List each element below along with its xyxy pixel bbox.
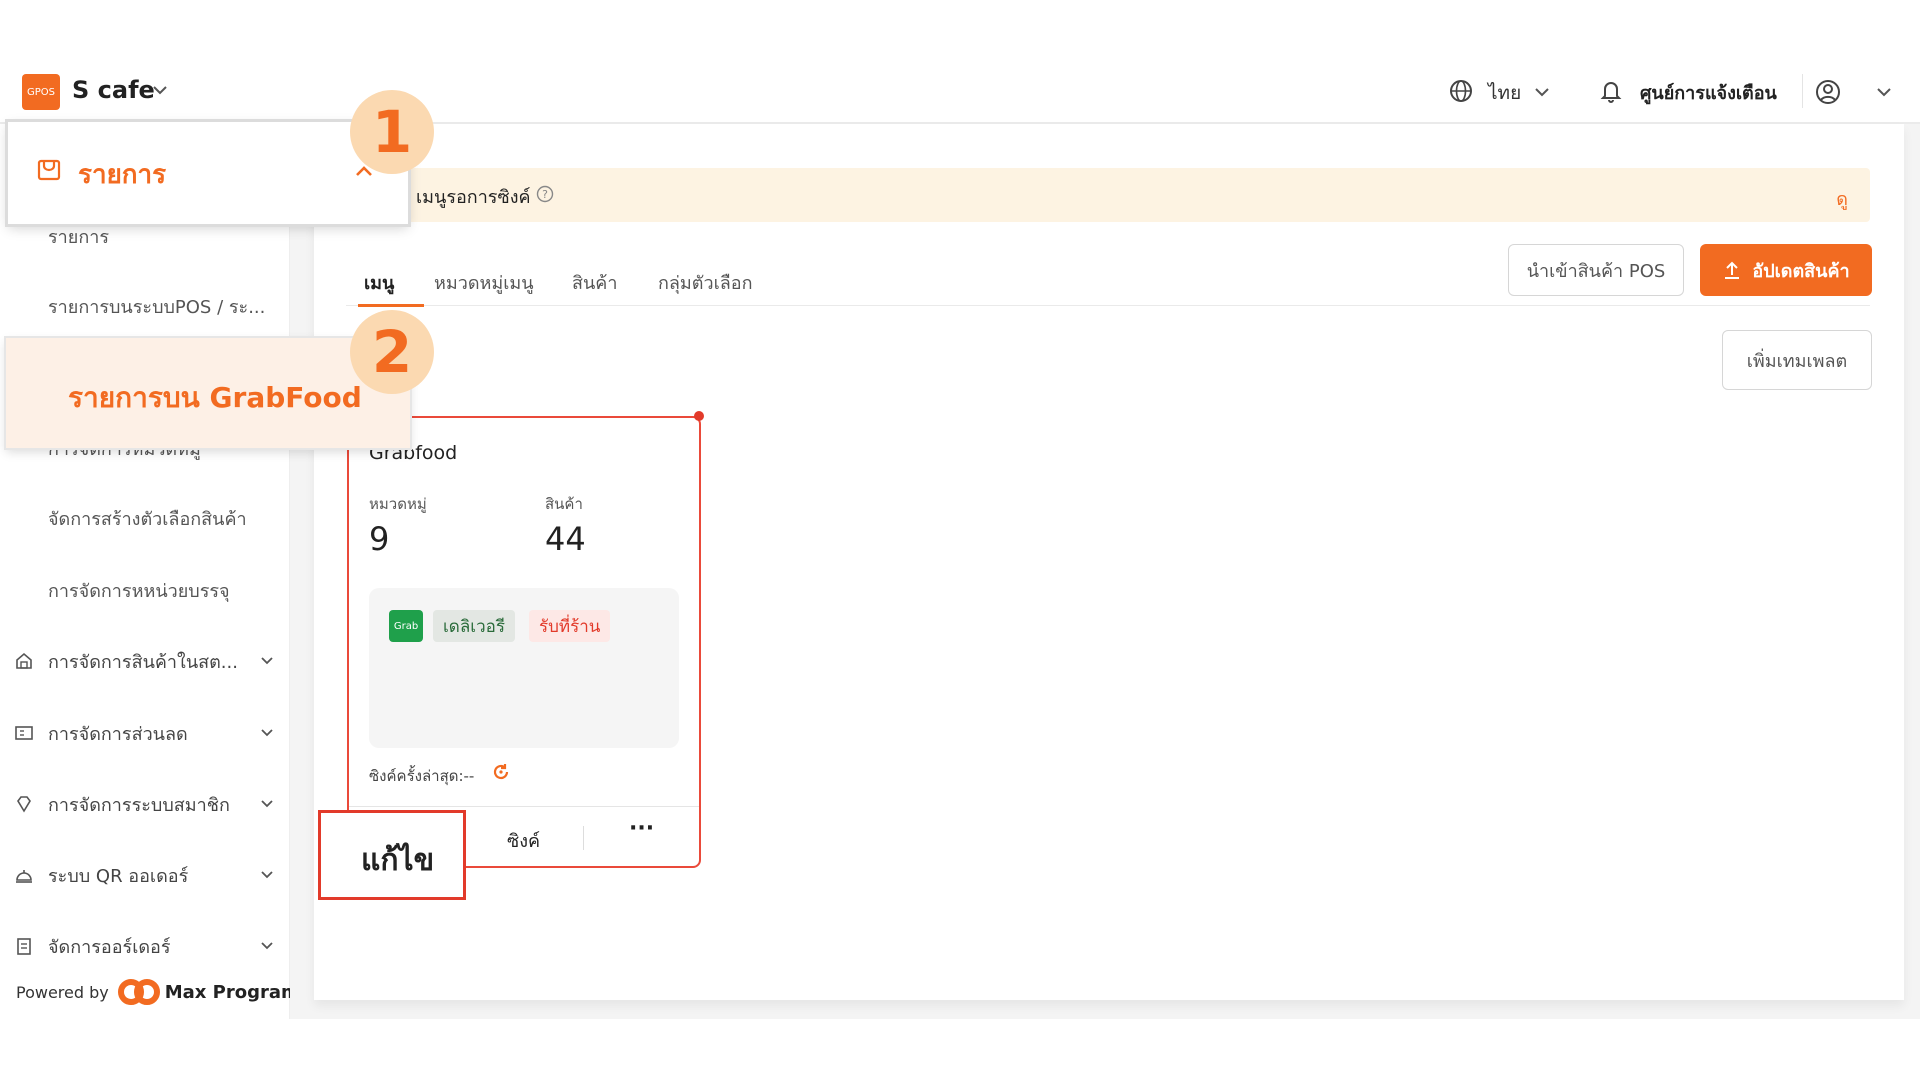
sidebar-item-pos-list[interactable]: รายการบนระบบPOS / ระ... — [48, 292, 265, 321]
product-label: สินค้า — [545, 495, 583, 513]
last-sync-text: ซิงค์ครั้งล่าสุด:-- — [369, 767, 475, 785]
more-options-button[interactable]: ··· — [629, 816, 654, 841]
highlight-menu-label: รายการ — [78, 160, 167, 190]
refresh-icon[interactable] — [491, 762, 511, 782]
chevron-down-icon — [261, 800, 273, 808]
tab-option-groups[interactable]: กลุ่มตัวเลือก — [658, 268, 752, 297]
product-count: 44 — [545, 520, 586, 558]
sidebar-group-label: การจัดการระบบสมาชิก — [48, 794, 230, 816]
highlight-menu-list[interactable]: รายการ — [8, 122, 408, 224]
top-bar: GPOS S cafe ไทย ศูนย์การแจ้งเตือน — [0, 58, 1920, 124]
language-selector[interactable]: ไทย — [1488, 78, 1521, 108]
user-avatar-icon[interactable] — [1814, 78, 1842, 106]
sidebar-group-label: จัดการออร์เดอร์ — [48, 936, 171, 958]
grab-logo: Grab — [389, 610, 423, 642]
sidebar-group-label: การจัดการส่วนลด — [48, 723, 188, 745]
import-pos-button[interactable]: นำเข้าสินค้า POS — [1508, 244, 1684, 296]
bell-icon[interactable] — [1598, 78, 1624, 104]
sidebar-group-qr-order[interactable]: ระบบ QR ออเดอร์ — [14, 860, 276, 890]
sidebar-item-options[interactable]: จัดการสร้างตัวเลือกสินค้า — [48, 504, 247, 533]
sidebar-group-label: การจัดการสินค้าในสต... — [48, 651, 238, 673]
chevron-down-icon — [261, 729, 273, 737]
clipboard-icon — [17, 938, 31, 955]
store-icon — [16, 652, 32, 669]
sidebar-item-units[interactable]: การจัดการหหน่วยบรรจุ — [48, 576, 230, 605]
sidebar: รายการ รายการบนระบบPOS / ระ... การจัดการ… — [0, 124, 290, 1019]
chevron-down-icon — [261, 657, 273, 665]
diamond-icon — [17, 796, 31, 813]
card-footer-divider — [349, 806, 699, 807]
max-program-name: Max Program — [164, 981, 300, 1003]
powered-by: Powered by Max Program — [16, 978, 300, 1006]
sync-button[interactable]: ซิงค์ — [507, 826, 540, 855]
sidebar-group-label: ระบบ QR ออเดอร์ — [48, 865, 189, 887]
chevron-down-icon[interactable] — [1532, 82, 1552, 102]
app-root: GPOS S cafe ไทย ศูนย์การแจ้งเตือน รายการ… — [0, 0, 1920, 1080]
max-program-logo — [117, 979, 160, 1005]
delivery-tag: เดลิเวอรี — [433, 610, 515, 642]
add-template-button[interactable]: เพิ่มเทมเพลต — [1722, 330, 1872, 390]
highlight-grabfood-label: รายการบน GrabFood — [68, 381, 362, 414]
pending-sync-banner: เมนูรอการซิงค์ ? ดู — [390, 168, 1870, 222]
tab-menu-categories[interactable]: หมวดหมู่เมนู — [434, 268, 534, 297]
chevron-down-icon — [261, 942, 273, 950]
sidebar-item-list[interactable]: รายการ — [48, 222, 109, 251]
chevron-down-icon — [261, 871, 273, 879]
grabfood-menu-card[interactable]: Grabfood หมวดหมู่ 9 สินค้า 44 Grab เดลิเ… — [347, 416, 701, 868]
sidebar-group-orders[interactable]: จัดการออร์เดอร์ — [14, 931, 276, 961]
active-tab-indicator — [358, 304, 424, 307]
sidebar-group-member[interactable]: การจัดการระบบสมาชิก — [14, 789, 276, 819]
banner-text: เมนูรอการซิงค์ — [416, 187, 531, 208]
pickup-tag: รับที่ร้าน — [529, 610, 611, 642]
globe-icon[interactable] — [1448, 78, 1474, 104]
tab-menu[interactable]: เมนู — [364, 268, 394, 297]
selection-dot — [694, 411, 704, 421]
channel-box: Grab เดลิเวอรี รับที่ร้าน — [369, 588, 679, 748]
update-products-label: อัปเดตสินค้า — [1752, 260, 1850, 282]
sidebar-group-stock[interactable]: การจัดการสินค้าในสต... — [14, 646, 276, 676]
category-label: หมวดหมู่ — [369, 495, 427, 513]
list-icon — [37, 159, 61, 181]
shop-name[interactable]: S cafe — [72, 76, 155, 104]
divider — [1802, 74, 1803, 108]
edit-label: แก้ไข — [361, 843, 435, 878]
edit-button[interactable]: แก้ไข — [318, 810, 466, 900]
gpos-logo: GPOS — [22, 74, 60, 110]
tab-products[interactable]: สินค้า — [572, 268, 617, 297]
powered-by-label: Powered by — [16, 982, 109, 1002]
upload-icon — [1725, 261, 1740, 279]
svg-text:?: ? — [542, 188, 548, 201]
help-icon[interactable]: ? — [536, 185, 554, 203]
banner-view-link[interactable]: ดู — [1836, 184, 1848, 213]
ticket-icon — [15, 726, 33, 740]
chevron-down-icon[interactable] — [1874, 82, 1894, 102]
chevron-down-icon[interactable] — [150, 80, 170, 100]
service-bell-icon — [16, 870, 32, 883]
step-badge-2: 2 — [350, 310, 434, 394]
sidebar-group-discount[interactable]: การจัดการส่วนลด — [14, 718, 276, 748]
update-products-button[interactable]: อัปเดตสินค้า — [1700, 244, 1872, 296]
category-count: 9 — [369, 520, 390, 558]
step-badge-1: 1 — [350, 90, 434, 174]
notification-center-link[interactable]: ศูนย์การแจ้งเตือน — [1640, 78, 1777, 107]
divider — [583, 826, 584, 850]
